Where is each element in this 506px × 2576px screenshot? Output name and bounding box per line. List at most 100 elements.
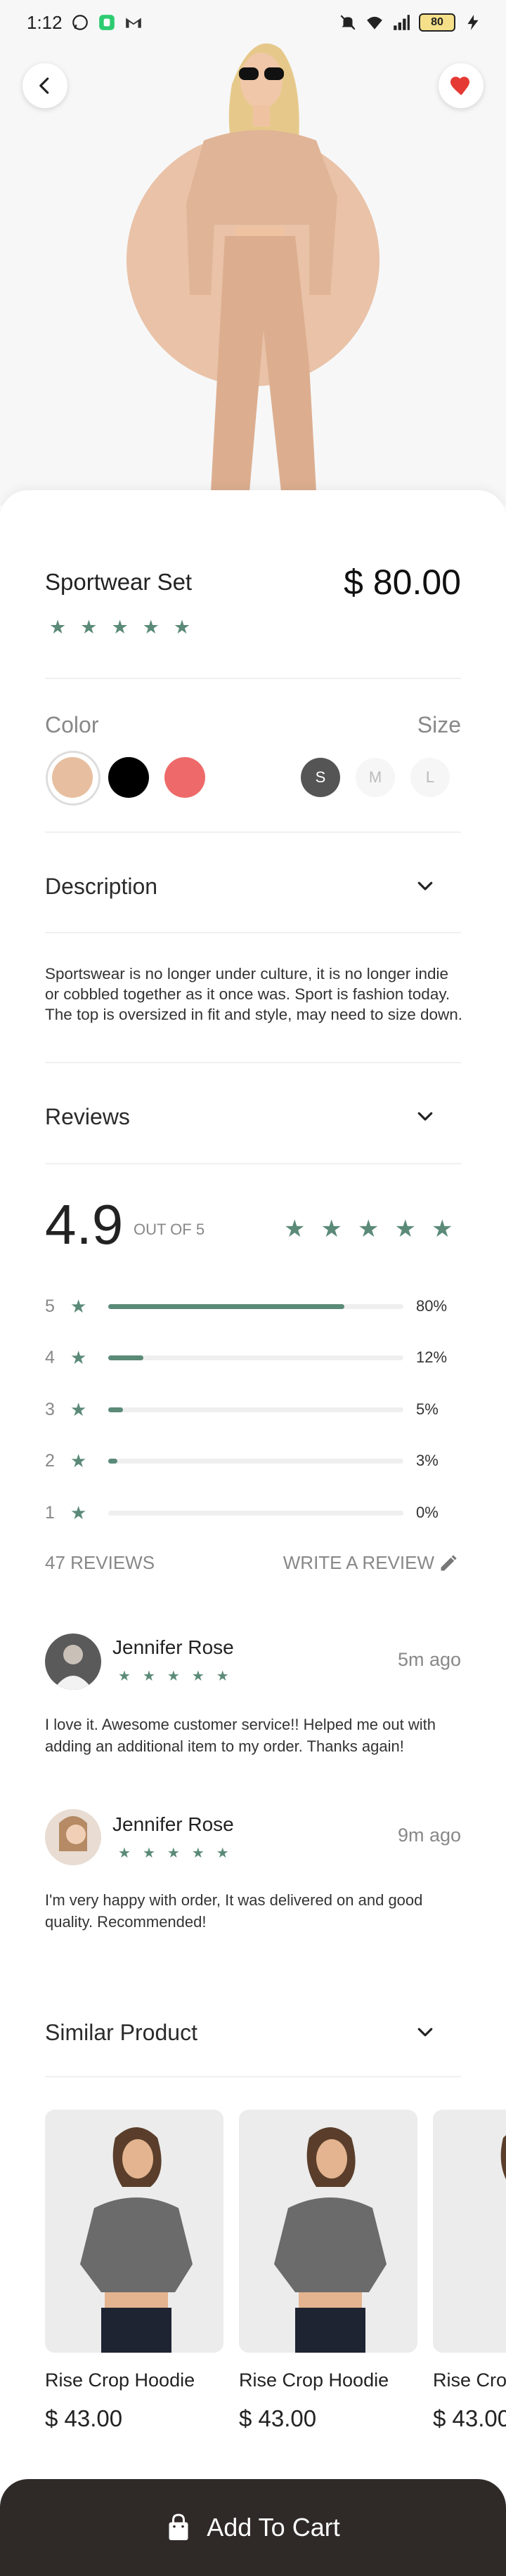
star-icon: ★ <box>111 617 129 638</box>
rating-level-label: 3 <box>45 1399 55 1419</box>
reviews-title[interactable]: Reviews <box>45 1104 130 1130</box>
avatar <box>45 1634 101 1690</box>
average-rating-stars: ★ ★ ★ ★ ★ <box>284 1215 453 1243</box>
review-time: 9m ago <box>397 1825 461 1846</box>
write-review-label: WRITE A REVIEW <box>283 1552 434 1573</box>
divider <box>45 1062 461 1063</box>
star-icon: ★ <box>167 1846 180 1861</box>
star-icon: ★ <box>70 1346 87 1368</box>
rating-bar-track <box>108 1458 403 1464</box>
rating-distribution-row: 5 ★ 80% <box>45 1292 467 1320</box>
reviewer-name: Jennifer Rose <box>112 1813 234 1835</box>
star-icon: ★ <box>80 617 98 638</box>
star-icon: ★ <box>191 1846 205 1861</box>
app-icon <box>98 15 115 30</box>
product-title: Sportwear Set <box>45 569 193 595</box>
divider <box>45 2076 461 2077</box>
average-rating: 4.9 <box>45 1193 124 1256</box>
rating-percent: 12% <box>416 1348 448 1366</box>
pencil-icon <box>441 1554 457 1570</box>
heart-icon <box>450 77 469 96</box>
size-option-s[interactable]: S <box>301 758 340 797</box>
rating-distribution-row: 3 ★ 5% <box>45 1395 467 1424</box>
star-icon: ★ <box>431 1216 453 1242</box>
review-text: I'm very happy with order, It was delive… <box>45 1891 423 1931</box>
color-swatch-coral[interactable] <box>164 757 205 798</box>
divider <box>45 1163 461 1164</box>
status-time: 1:12 <box>27 11 63 33</box>
size-option-m[interactable]: M <box>356 758 395 797</box>
divider <box>45 932 461 933</box>
add-to-cart-button[interactable]: Add To Cart <box>0 2479 506 2576</box>
star-icon: ★ <box>357 1216 379 1242</box>
rating-out-of: OUT OF 5 <box>134 1221 205 1238</box>
status-bar: 1:12 80 <box>0 0 506 45</box>
rating-bar-fill <box>108 1458 117 1464</box>
rating-percent: 5% <box>416 1400 439 1418</box>
write-review-button[interactable]: WRITE A REVIEW <box>283 1552 458 1574</box>
rating-percent: 3% <box>416 1452 439 1469</box>
rating-level-label: 1 <box>45 1502 55 1523</box>
product-model-image <box>186 43 337 492</box>
back-button[interactable] <box>22 63 67 108</box>
review-text: I love it. Awesome customer service!! He… <box>45 1716 436 1755</box>
rating-bar-track <box>108 1510 403 1516</box>
chevron-down-icon[interactable] <box>415 1105 436 1126</box>
description-title[interactable]: Description <box>45 874 157 900</box>
rating-percent: 80% <box>416 1297 448 1315</box>
gmail-icon <box>125 18 141 28</box>
description-text: Sportswear is no longer under culture, i… <box>45 965 463 1023</box>
star-icon: ★ <box>142 1669 155 1684</box>
star-icon: ★ <box>70 1295 87 1317</box>
rating-percent: 0% <box>416 1504 439 1521</box>
wifi-icon <box>367 16 382 29</box>
rating-bar-fill <box>108 1407 123 1412</box>
star-icon: ★ <box>167 1669 180 1684</box>
charging-icon <box>467 15 479 30</box>
chevron-down-icon[interactable] <box>415 875 436 896</box>
star-icon: ★ <box>70 1501 87 1523</box>
star-icon: ★ <box>216 1669 229 1684</box>
divider <box>45 832 461 833</box>
favorite-button[interactable] <box>439 63 484 108</box>
signal-icon <box>394 15 410 30</box>
size-option-l[interactable]: L <box>410 758 450 797</box>
product-rating-stars: ★ ★ ★ ★ ★ <box>49 617 190 638</box>
similar-product-title[interactable]: Similar Product <box>45 2020 197 2046</box>
mute-icon <box>340 15 356 30</box>
star-icon: ★ <box>394 1216 416 1242</box>
star-icon: ★ <box>118 1846 131 1861</box>
rating-bar-fill <box>108 1303 344 1309</box>
reviews-count: 47 REVIEWS <box>45 1552 155 1573</box>
size-label: Size <box>417 712 461 737</box>
add-to-cart-label: Add To Cart <box>207 2513 340 2542</box>
product-hero <box>0 0 506 506</box>
star-icon: ★ <box>142 617 160 638</box>
rating-bar-fill <box>108 1355 144 1360</box>
color-swatch-black[interactable] <box>108 757 149 798</box>
rating-level-label: 4 <box>45 1347 55 1367</box>
star-icon: ★ <box>70 1398 87 1420</box>
star-icon: ★ <box>49 617 67 638</box>
rating-bar-track <box>108 1407 403 1412</box>
avatar <box>45 1809 101 1865</box>
rating-level-label: 5 <box>45 1296 55 1316</box>
whatsapp-icon <box>72 15 88 30</box>
color-swatch-beige[interactable] <box>46 751 100 806</box>
review-stars: ★ ★ ★ ★ ★ <box>118 1844 229 1862</box>
star-icon: ★ <box>70 1450 87 1471</box>
chevron-down-icon[interactable] <box>415 2021 436 2042</box>
review-stars: ★ ★ ★ ★ ★ <box>118 1667 229 1685</box>
rating-distribution-row: 1 ★ 0% <box>45 1499 467 1527</box>
star-icon: ★ <box>284 1216 306 1242</box>
star-icon: ★ <box>142 1846 155 1861</box>
color-label: Color <box>45 712 99 737</box>
shopping-bag-icon <box>169 2513 188 2540</box>
star-icon: ★ <box>118 1669 131 1684</box>
product-price: $ 80.00 <box>344 563 461 602</box>
rating-distribution-row: 4 ★ 12% <box>45 1343 467 1372</box>
rating-level-label: 2 <box>45 1450 55 1471</box>
rating-bar-track <box>108 1355 403 1360</box>
reviewer-name: Jennifer Rose <box>112 1636 234 1658</box>
rating-bar-track <box>108 1303 403 1309</box>
